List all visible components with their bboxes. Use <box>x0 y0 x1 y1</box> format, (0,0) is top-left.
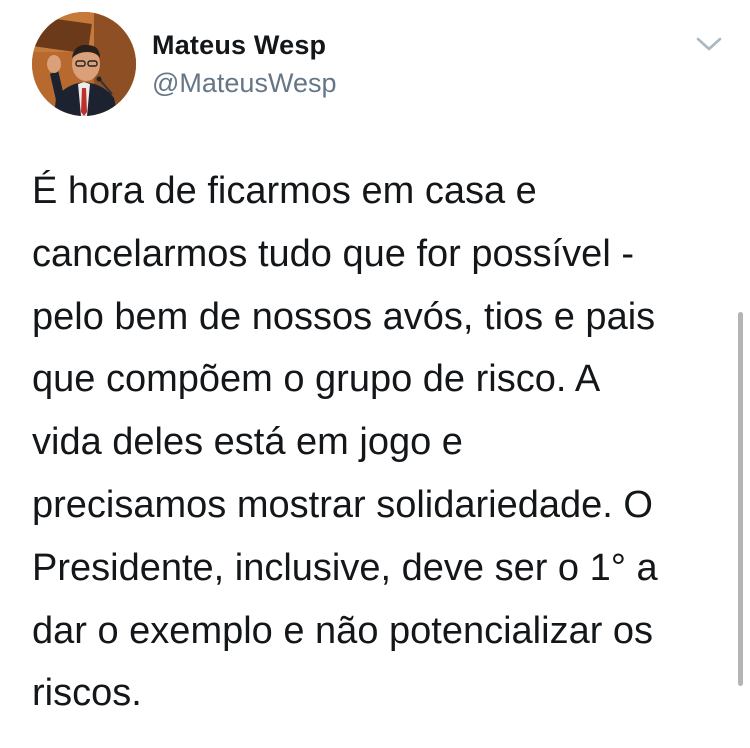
tweet-menu-button[interactable] <box>694 32 724 56</box>
scrollbar[interactable] <box>738 312 743 686</box>
chevron-down-icon <box>696 37 722 51</box>
author-name[interactable]: Mateus Wesp <box>152 30 326 61</box>
avatar[interactable] <box>32 12 136 116</box>
author-handle[interactable]: @MateusWesp <box>152 68 336 99</box>
tweet: Mateus Wesp @MateusWesp É hora de ficarm… <box>0 0 750 748</box>
avatar-photo <box>32 12 136 116</box>
tweet-text: É hora de ficarmos em casa e cancelarmos… <box>32 170 658 715</box>
